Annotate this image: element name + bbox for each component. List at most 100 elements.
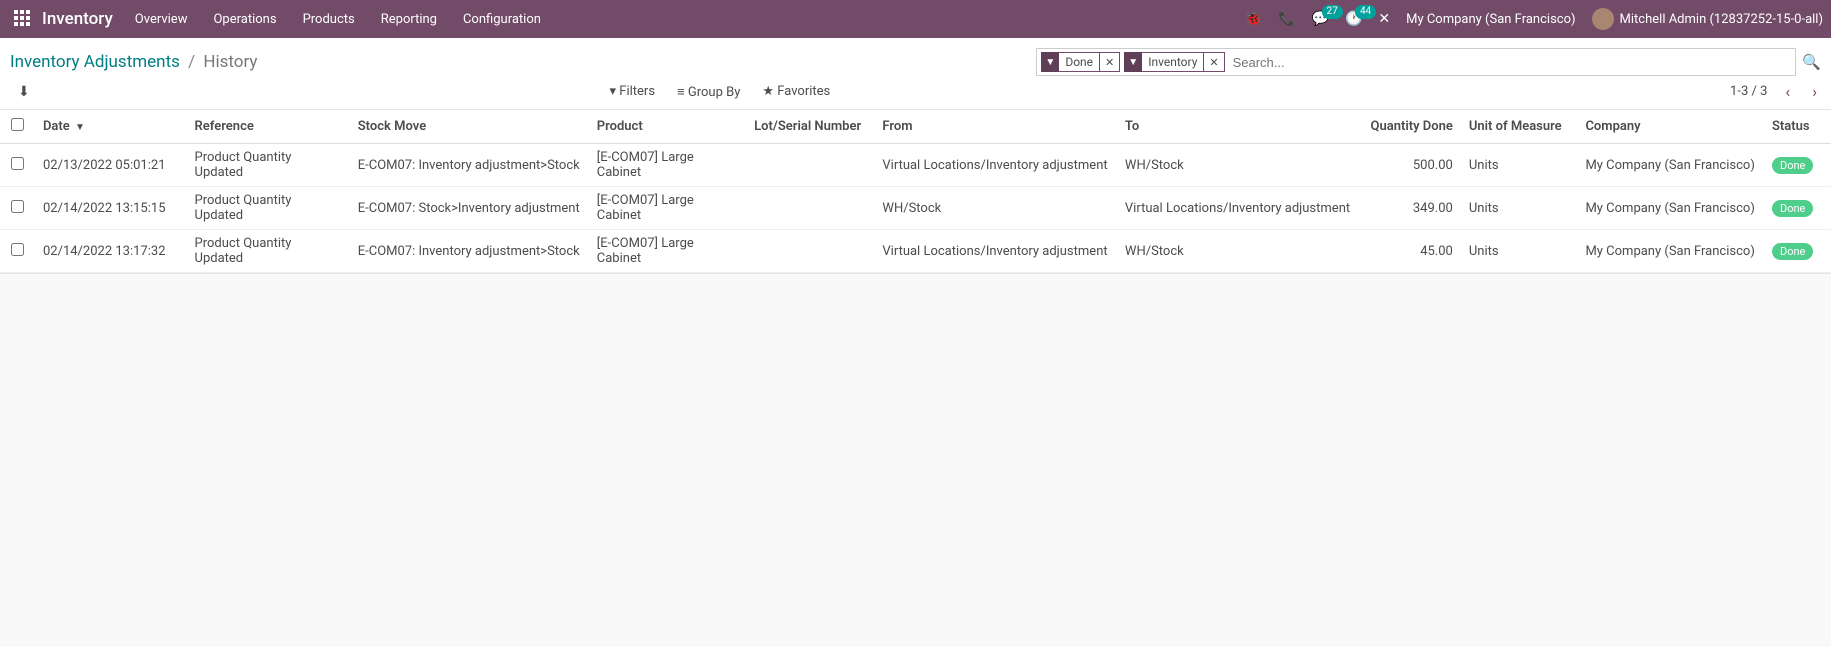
cell-to: WH/Stock — [1117, 230, 1362, 273]
column-stock-move[interactable]: Stock Move — [350, 110, 589, 144]
cell-product: [E-COM07] Large Cabinet — [589, 144, 746, 187]
cell-status: Done — [1764, 144, 1831, 187]
pager-next[interactable]: › — [1808, 82, 1821, 101]
row-checkbox[interactable] — [11, 243, 24, 256]
filters-label: Filters — [619, 84, 655, 99]
status-badge: Done — [1772, 200, 1813, 217]
facet-remove[interactable]: ✕ — [1100, 52, 1120, 72]
cell-qty: 500.00 — [1362, 144, 1461, 187]
cell-company: My Company (San Francisco) — [1577, 230, 1764, 273]
close-icon[interactable]: ✕ — [1378, 11, 1390, 27]
cell-qty: 349.00 — [1362, 187, 1461, 230]
cell-stock-move: E-COM07: Inventory adjustment>Stock — [350, 230, 589, 273]
menu-overview[interactable]: Overview — [135, 12, 188, 27]
column-date-label: Date — [43, 119, 70, 134]
user-menu[interactable]: Mitchell Admin (12837252-15-0-all) — [1592, 8, 1823, 30]
column-to[interactable]: To — [1117, 110, 1362, 144]
avatar — [1592, 8, 1614, 30]
filters-button[interactable]: ▾ Filters — [610, 84, 656, 100]
search-box[interactable]: ▼ Done ✕ ▼ Inventory ✕ — [1036, 48, 1796, 76]
menu-products[interactable]: Products — [303, 12, 355, 27]
breadcrumb-current: History — [203, 52, 257, 72]
groupby-label: Group By — [688, 85, 741, 100]
cell-status: Done — [1764, 187, 1831, 230]
menu-operations[interactable]: Operations — [213, 12, 276, 27]
export-button[interactable]: ⬇ — [18, 84, 30, 100]
status-badge: Done — [1772, 243, 1813, 260]
column-product[interactable]: Product — [589, 110, 746, 144]
cell-stock-move: E-COM07: Inventory adjustment>Stock — [350, 144, 589, 187]
user-name: Mitchell Admin (12837252-15-0-all) — [1620, 12, 1823, 27]
menu-configuration[interactable]: Configuration — [463, 12, 541, 27]
column-date[interactable]: Date ▼ — [35, 110, 187, 144]
cell-lot — [746, 187, 874, 230]
cell-lot — [746, 230, 874, 273]
pager: 1-3 / 3 ‹ › — [1730, 82, 1821, 101]
row-checkbox[interactable] — [11, 157, 24, 170]
table-row[interactable]: 02/14/2022 13:17:32Product Quantity Upda… — [0, 230, 1831, 273]
column-from[interactable]: From — [874, 110, 1117, 144]
cell-from: WH/Stock — [874, 187, 1117, 230]
groupby-button[interactable]: ≡ Group By — [677, 84, 740, 100]
column-lot[interactable]: Lot/Serial Number — [746, 110, 874, 144]
cell-reference: Product Quantity Updated — [187, 187, 350, 230]
cell-to: WH/Stock — [1117, 144, 1362, 187]
cell-reference: Product Quantity Updated — [187, 230, 350, 273]
phone-icon[interactable]: 📞 — [1278, 11, 1295, 27]
favorites-button[interactable]: ★ Favorites — [762, 84, 830, 100]
breadcrumb: Inventory Adjustments / History — [10, 52, 257, 72]
messages-icon[interactable]: 💬27 — [1312, 11, 1329, 27]
column-status[interactable]: Status — [1764, 110, 1831, 144]
debug-icon[interactable]: 🐞 — [1245, 11, 1262, 27]
pager-prev[interactable]: ‹ — [1781, 82, 1794, 101]
row-checkbox[interactable] — [11, 200, 24, 213]
cell-product: [E-COM07] Large Cabinet — [589, 187, 746, 230]
menu-reporting[interactable]: Reporting — [381, 12, 437, 27]
cell-date: 02/14/2022 13:15:15 — [35, 187, 187, 230]
table-row[interactable]: 02/13/2022 05:01:21Product Quantity Upda… — [0, 144, 1831, 187]
cell-stock-move: E-COM07: Stock>Inventory adjustment — [350, 187, 589, 230]
sort-caret-icon: ▼ — [75, 122, 85, 133]
facet-label: Done — [1059, 52, 1100, 72]
cell-to: Virtual Locations/Inventory adjustment — [1117, 187, 1362, 230]
activity-badge: 44 — [1355, 5, 1376, 19]
search-facet-done: ▼ Done ✕ — [1041, 52, 1120, 72]
breadcrumb-sep: / — [188, 52, 195, 72]
table-row[interactable]: 02/14/2022 13:15:15Product Quantity Upda… — [0, 187, 1831, 230]
cell-product: [E-COM07] Large Cabinet — [589, 230, 746, 273]
facet-remove[interactable]: ✕ — [1204, 52, 1224, 72]
top-nav: Inventory Overview Operations Products R… — [0, 0, 1831, 38]
company-switcher[interactable]: My Company (San Francisco) — [1406, 12, 1575, 27]
cell-from: Virtual Locations/Inventory adjustment — [874, 144, 1117, 187]
cell-company: My Company (San Francisco) — [1577, 187, 1764, 230]
cell-date: 02/13/2022 05:01:21 — [35, 144, 187, 187]
favorites-label: Favorites — [777, 84, 830, 99]
cell-lot — [746, 144, 874, 187]
cell-company: My Company (San Francisco) — [1577, 144, 1764, 187]
apps-icon[interactable] — [14, 10, 32, 28]
column-uom[interactable]: Unit of Measure — [1461, 110, 1578, 144]
filter-icon: ▼ — [1124, 52, 1142, 72]
search-input[interactable] — [1229, 55, 1792, 70]
status-badge: Done — [1772, 157, 1813, 174]
search-icon[interactable]: 🔍 — [1802, 53, 1821, 71]
breadcrumb-parent[interactable]: Inventory Adjustments — [10, 52, 180, 72]
search-options: ▾ Filters ≡ Group By ★ Favorites — [610, 84, 1151, 100]
column-company[interactable]: Company — [1577, 110, 1764, 144]
column-reference[interactable]: Reference — [187, 110, 350, 144]
cell-uom: Units — [1461, 144, 1578, 187]
search-facet-inventory: ▼ Inventory ✕ — [1124, 52, 1224, 72]
activity-icon[interactable]: 🕐44 — [1345, 11, 1362, 27]
nav-menus: Overview Operations Products Reporting C… — [135, 12, 541, 27]
cell-reference: Product Quantity Updated — [187, 144, 350, 187]
cell-date: 02/14/2022 13:17:32 — [35, 230, 187, 273]
cell-from: Virtual Locations/Inventory adjustment — [874, 230, 1117, 273]
app-brand[interactable]: Inventory — [42, 9, 113, 29]
cell-uom: Units — [1461, 230, 1578, 273]
pager-text[interactable]: 1-3 / 3 — [1730, 84, 1767, 99]
cell-uom: Units — [1461, 187, 1578, 230]
table-header-row: Date ▼ Reference Stock Move Product Lot/… — [0, 110, 1831, 144]
select-all-checkbox[interactable] — [11, 118, 24, 131]
list-view: Date ▼ Reference Stock Move Product Lot/… — [0, 110, 1831, 274]
column-qty[interactable]: Quantity Done — [1362, 110, 1461, 144]
